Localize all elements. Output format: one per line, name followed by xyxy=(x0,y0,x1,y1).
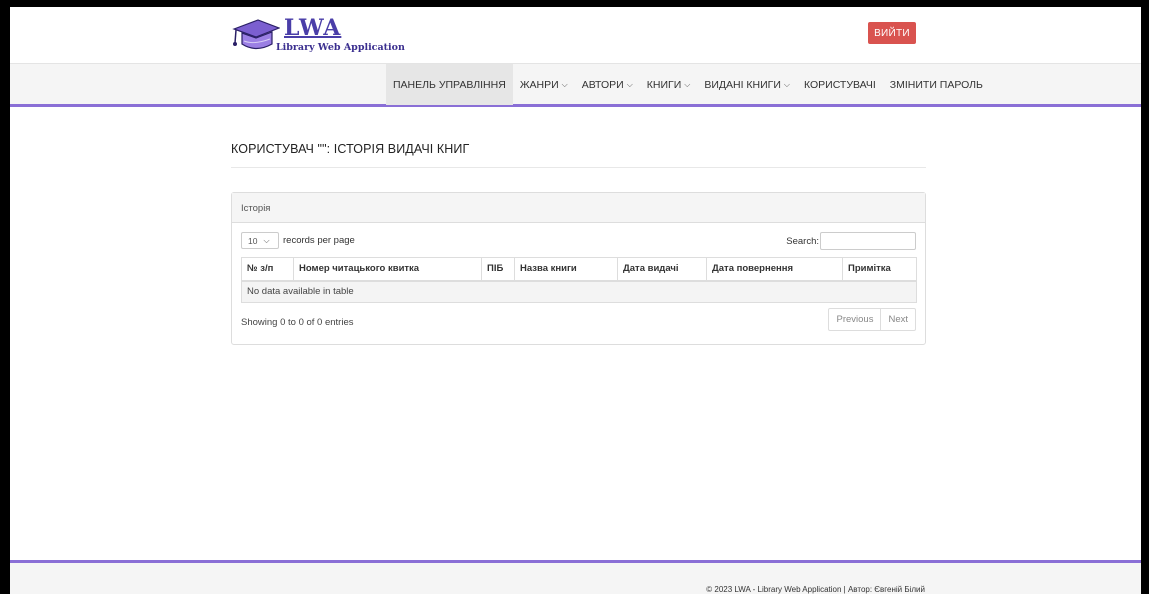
brand-title: LWA xyxy=(284,15,342,41)
footer-text: © 2023 LWA - Library Web Application | А… xyxy=(706,585,925,594)
chevron-down-icon: ⌵ xyxy=(783,79,790,89)
search-input[interactable] xyxy=(820,232,916,250)
column-header[interactable]: Дата видачі xyxy=(617,257,707,282)
page-title: КОРИСТУВАЧ "": ІСТОРІЯ ВИДАЧІ КНИГ xyxy=(231,142,470,156)
next-button[interactable]: Next xyxy=(880,309,915,330)
title-divider xyxy=(231,167,926,168)
column-header[interactable]: Дата повернення xyxy=(706,257,843,282)
logout-button[interactable]: ВИЙТИ xyxy=(868,22,916,44)
page-length-label: records per page xyxy=(283,235,355,246)
brand-logo[interactable]: LWA Library Web Application xyxy=(232,15,405,57)
chevron-down-icon: ⌵ xyxy=(684,79,691,89)
nav-item-issued-books[interactable]: ВИДАНІ КНИГИ ⌵ xyxy=(697,64,797,105)
page-length-value: 10 xyxy=(248,235,258,246)
table-row: No data available in table xyxy=(241,280,917,303)
column-header[interactable]: Примітка xyxy=(842,257,917,282)
panel-heading: Історія xyxy=(232,193,925,223)
page-length-select[interactable]: 10 ⌵ xyxy=(241,232,279,249)
top-header: LWA Library Web Application ВИЙТИ xyxy=(10,7,1141,63)
history-panel: Історія 10 ⌵ records per page Search: № … xyxy=(231,192,926,345)
brand-subtitle: Library Web Application xyxy=(276,42,405,53)
nav-item-label: ЗМІНИТИ ПАРОЛЬ xyxy=(889,78,983,91)
pagination: Previous Next xyxy=(828,308,916,331)
chevron-down-icon: ⌵ xyxy=(263,235,270,245)
main-nav: ПАНЕЛЬ УПРАВЛІННЯ ЖАНРИ ⌵ АВТОРИ ⌵ КНИГИ… xyxy=(10,63,1141,107)
graduation-cap-icon xyxy=(232,19,280,50)
column-header[interactable]: Назва книги xyxy=(514,257,618,282)
nav-item-genres[interactable]: ЖАНРИ ⌵ xyxy=(513,64,575,105)
nav-item-label: КНИГИ xyxy=(646,78,682,91)
column-header[interactable]: Номер читацького квитка xyxy=(293,257,482,282)
chevron-down-icon: ⌵ xyxy=(561,79,568,89)
page-footer: © 2023 LWA - Library Web Application | А… xyxy=(10,560,1141,594)
nav-item-change-password[interactable]: ЗМІНИТИ ПАРОЛЬ xyxy=(883,64,990,105)
nav-item-dashboard[interactable]: ПАНЕЛЬ УПРАВЛІННЯ xyxy=(386,64,513,105)
nav-item-users[interactable]: КОРИСТУВАЧІ xyxy=(797,64,883,105)
nav-item-label: ВИДАНІ КНИГИ xyxy=(704,78,781,91)
table-info: Showing 0 to 0 of 0 entries xyxy=(241,317,354,328)
app-window: LWA Library Web Application ВИЙТИ ПАНЕЛЬ… xyxy=(10,7,1141,594)
history-table: № з/п Номер читацького квитка ПІБ Назва … xyxy=(241,257,917,303)
nav-item-label: КОРИСТУВАЧІ xyxy=(803,78,876,91)
empty-table-message: No data available in table xyxy=(241,280,917,303)
chevron-down-icon: ⌵ xyxy=(626,79,633,89)
search-control: Search: xyxy=(786,232,916,250)
previous-button[interactable]: Previous xyxy=(829,309,880,330)
nav-item-authors[interactable]: АВТОРИ ⌵ xyxy=(575,64,640,105)
table-header-row: № з/п Номер читацького квитка ПІБ Назва … xyxy=(241,257,917,282)
column-header[interactable]: ПІБ xyxy=(481,257,515,282)
page-length-control: 10 ⌵ records per page xyxy=(241,232,355,249)
nav-item-label: ПАНЕЛЬ УПРАВЛІННЯ xyxy=(393,78,506,91)
nav-item-label: АВТОРИ xyxy=(581,78,624,91)
column-header[interactable]: № з/п xyxy=(241,257,294,282)
search-label: Search: xyxy=(786,235,819,247)
nav-item-label: ЖАНРИ xyxy=(519,78,559,91)
nav-item-books[interactable]: КНИГИ ⌵ xyxy=(640,64,698,105)
